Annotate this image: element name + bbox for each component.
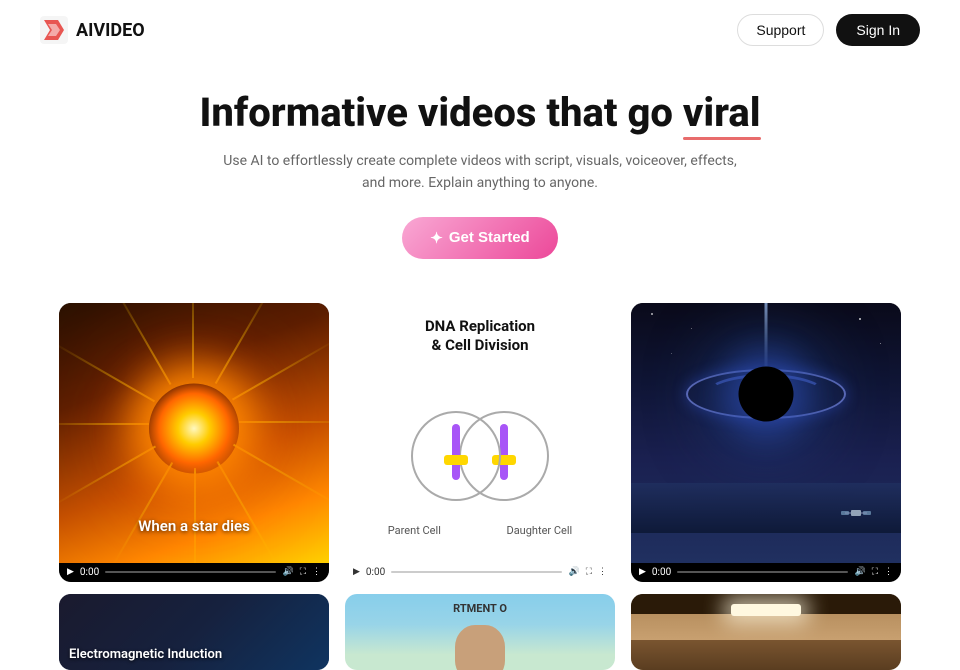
- video-grid-row2: Electromagnetic Induction RTMENT O: [0, 582, 960, 670]
- video-card-room[interactable]: [631, 594, 901, 670]
- hero-title-highlight: viral: [683, 90, 761, 136]
- star-controls: ▶ 0:00 🔊 ⛶ ⋮: [59, 563, 329, 582]
- header-nav: Support Sign In: [737, 14, 920, 46]
- star-label: When a star dies: [59, 517, 329, 535]
- blackhole-controls: ▶ 0:00 🔊 ⛶ ⋮: [631, 563, 901, 582]
- dept-text: RTMENT O: [453, 602, 507, 615]
- hero-title: Informative videos that go viral: [199, 90, 760, 136]
- more-icon[interactable]: ⋮: [598, 567, 607, 577]
- person-head: [455, 625, 505, 670]
- get-started-label: Get Started: [449, 229, 530, 246]
- blackhole-visual: [631, 303, 901, 563]
- sparkle-icon: ✦: [430, 229, 443, 247]
- hero-subtitle-line1: Use AI to effortlessly create complete v…: [223, 153, 736, 169]
- volume-icon[interactable]: 🔊: [282, 567, 293, 577]
- logo: AIVIDEO: [40, 16, 145, 44]
- dna-title: DNA Replication & Cell Division: [345, 303, 615, 366]
- time-display: 0:00: [80, 567, 99, 578]
- fullscreen-icon[interactable]: ⛶: [872, 567, 878, 577]
- volume-icon[interactable]: 🔊: [568, 567, 579, 577]
- logo-icon: [40, 16, 68, 44]
- dna-visual: DNA Replication & Cell Division P: [345, 303, 615, 563]
- support-button[interactable]: Support: [737, 14, 824, 46]
- play-icon[interactable]: ▶: [353, 567, 360, 577]
- room-wall: [631, 614, 901, 640]
- dna-controls: ▶ 0:00 🔊 ⛶ ⋮: [345, 563, 615, 582]
- satellite-icon: [841, 503, 871, 523]
- video-card-em[interactable]: Electromagnetic Induction: [59, 594, 329, 670]
- daughter-cell-label: Daughter Cell: [506, 524, 572, 537]
- room-light: [731, 604, 801, 616]
- more-icon[interactable]: ⋮: [312, 567, 321, 577]
- video-card-person[interactable]: RTMENT O: [345, 594, 615, 670]
- play-icon[interactable]: ▶: [639, 567, 646, 577]
- hero-subtitle: Use AI to effortlessly create complete v…: [40, 150, 920, 195]
- fullscreen-icon[interactable]: ⛶: [586, 567, 592, 577]
- hero-subtitle-line2: and more. Explain anything to anyone.: [362, 175, 598, 191]
- hero-title-part1: Informative videos that go: [199, 89, 682, 136]
- progress-bar[interactable]: [677, 571, 848, 573]
- em-label: Electromagnetic Induction: [69, 647, 222, 662]
- play-icon[interactable]: ▶: [67, 567, 74, 577]
- hero-section: Informative videos that go viral Use AI …: [0, 60, 960, 283]
- fullscreen-icon[interactable]: ⛶: [300, 567, 306, 577]
- progress-bar[interactable]: [105, 571, 276, 573]
- volume-icon[interactable]: 🔊: [854, 567, 865, 577]
- more-icon[interactable]: ⋮: [884, 567, 893, 577]
- header: AIVIDEO Support Sign In: [0, 0, 960, 60]
- cell-labels: Parent Cell Daughter Cell: [345, 516, 615, 543]
- logo-text: AIVIDEO: [76, 20, 145, 41]
- parent-cell-label: Parent Cell: [388, 524, 441, 537]
- signin-button[interactable]: Sign In: [836, 14, 920, 46]
- time-display: 0:00: [366, 567, 385, 578]
- star-visual: When a star dies: [59, 303, 329, 563]
- get-started-button[interactable]: ✦ Get Started: [402, 217, 557, 259]
- time-display: 0:00: [652, 567, 671, 578]
- video-grid-row1: When a star dies ▶ 0:00 🔊 ⛶ ⋮ DNA Replic…: [0, 283, 960, 582]
- progress-bar[interactable]: [391, 571, 562, 573]
- room-floor: [631, 640, 901, 670]
- person-visual: RTMENT O: [345, 594, 615, 670]
